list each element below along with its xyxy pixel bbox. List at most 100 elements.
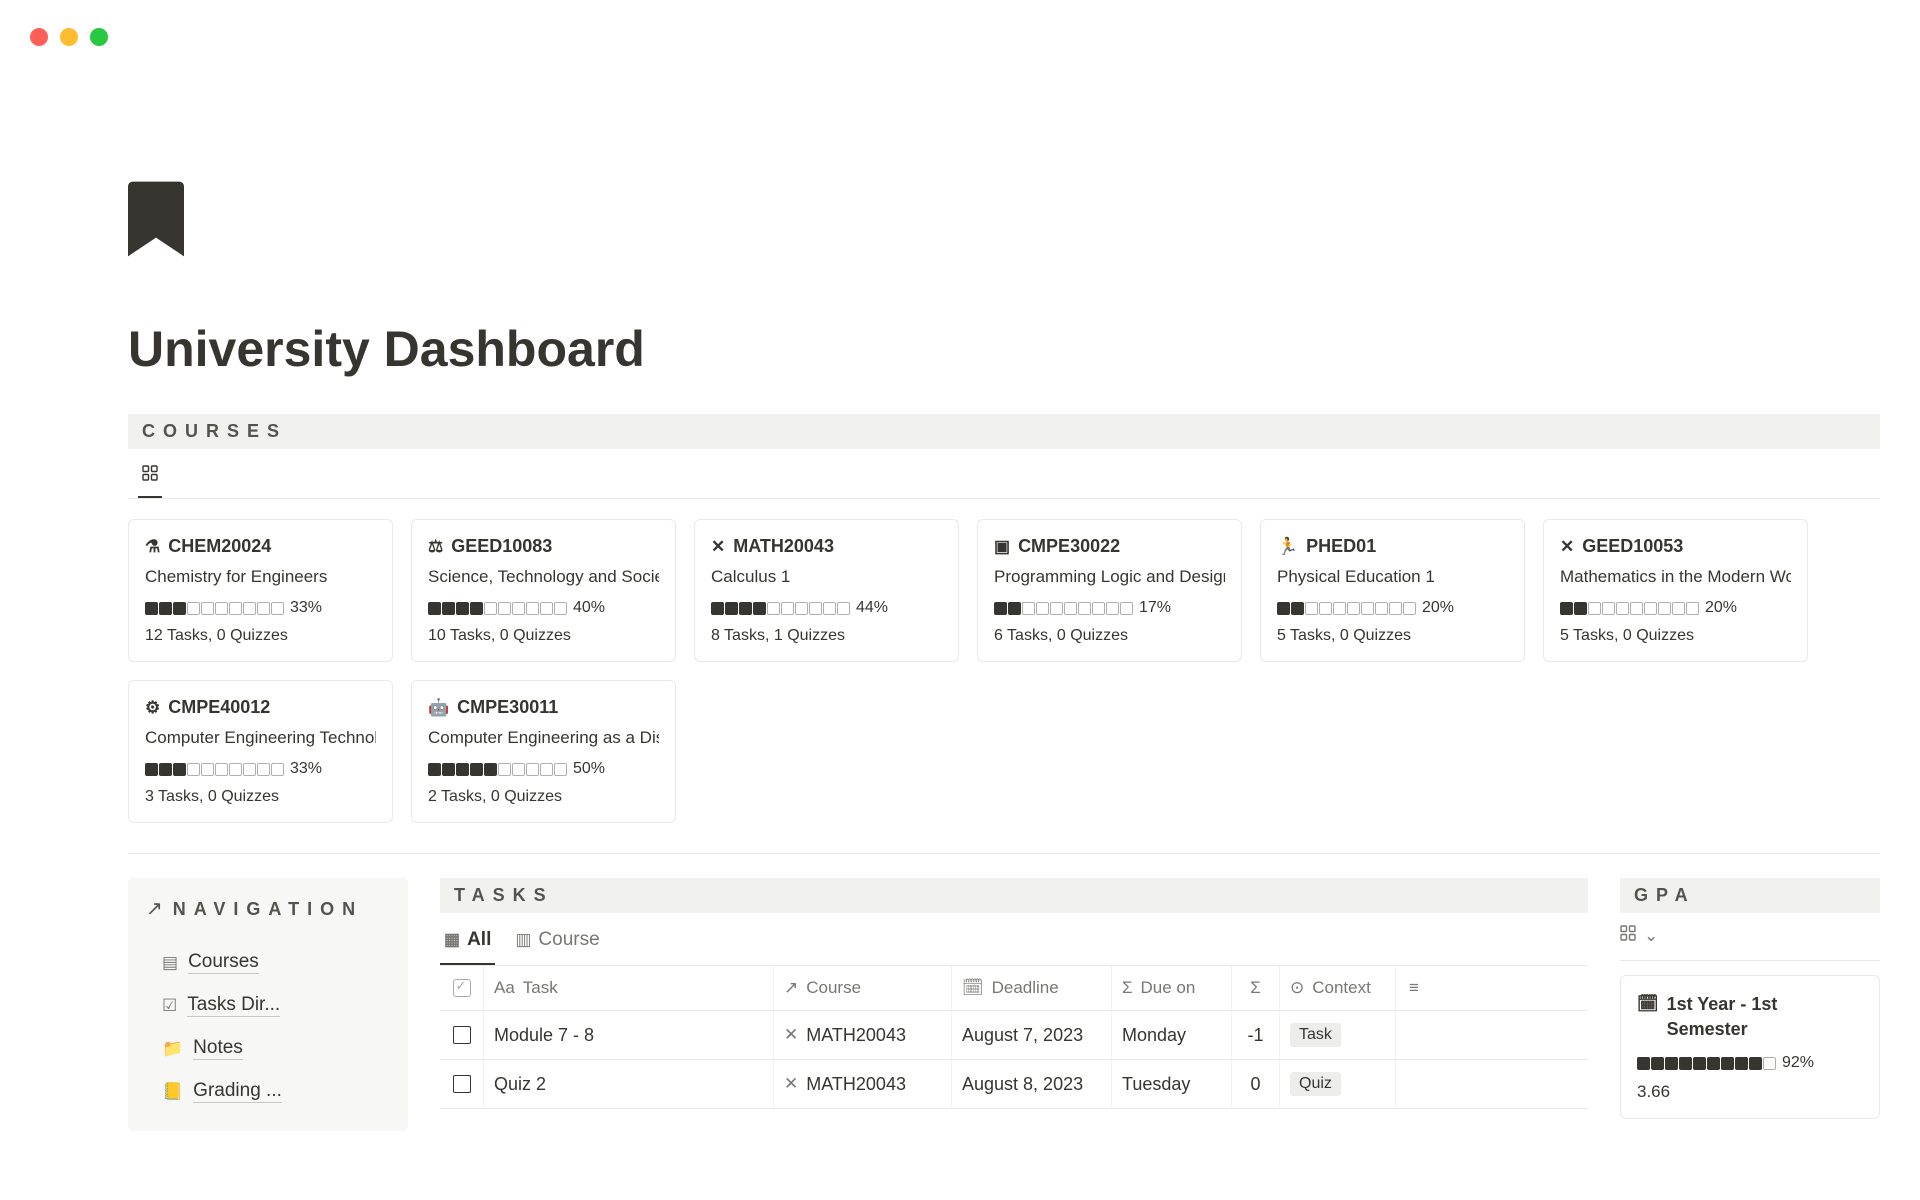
chevron-down-icon[interactable]: ⌄ <box>1644 926 1658 946</box>
course-meta: 2 Tasks, 0 Quizzes <box>428 788 659 806</box>
table-row[interactable]: Module 7 - 8 ✕ MATH20043 August 7, 2023 … <box>440 1011 1588 1060</box>
nav-item-label: Courses <box>188 951 259 974</box>
progress-bar <box>711 602 850 615</box>
formula-icon: Σ <box>1122 978 1133 998</box>
progress-pct: 33% <box>290 760 322 778</box>
gpa-card-title: 1st Year - 1st Semester <box>1667 992 1863 1042</box>
course-card[interactable]: 🤖 CMPE30011 Computer Engineering as a Di… <box>411 680 676 823</box>
course-icon: ⚙ <box>145 698 160 718</box>
col-sigma[interactable]: Σ <box>1232 966 1280 1010</box>
progress-bar <box>428 602 567 615</box>
nav-item[interactable]: 📒 Grading ... <box>146 1070 390 1113</box>
table-row[interactable]: Quiz 2 ✕ MATH20043 August 8, 2023 Tuesda… <box>440 1060 1588 1109</box>
col-context[interactable]: ⊙Context <box>1280 966 1396 1010</box>
course-name: Computer Engineering as a Discipline <box>428 728 659 748</box>
text-icon: Aa <box>494 978 515 998</box>
col-extra[interactable]: ≡ <box>1396 966 1432 1010</box>
course-card[interactable]: ⚗ CHEM20024 Chemistry for Engineers 33% … <box>128 519 393 662</box>
task-name[interactable]: Module 7 - 8 <box>484 1011 774 1059</box>
progress-pct: 20% <box>1705 599 1737 617</box>
gpa-view-tabs: ⌄ <box>1620 913 1880 961</box>
tasks-view-tabs: ▦ All ▥ Course <box>440 913 1588 966</box>
course-card[interactable]: ✕ MATH20043 Calculus 1 44% 8 Tasks, 1 Qu… <box>694 519 959 662</box>
page-title: University Dashboard <box>128 320 1880 378</box>
gallery-view-tab[interactable] <box>138 459 162 498</box>
course-icon: ✕ <box>1560 537 1574 557</box>
tasks-table-header: AaTask ↗Course 🗓Deadline ΣDue on Σ ⊙Cont… <box>440 966 1588 1011</box>
gallery-icon[interactable] <box>1620 925 1636 946</box>
course-icon: 🏃 <box>1277 537 1298 557</box>
task-deadline[interactable]: August 7, 2023 <box>952 1011 1112 1059</box>
maximize-window-button[interactable] <box>90 28 108 46</box>
col-task[interactable]: AaTask <box>484 966 774 1010</box>
nav-item-label: Tasks Dir... <box>187 994 280 1017</box>
nav-item-icon: ☑ <box>162 996 177 1016</box>
course-name: Physical Education 1 <box>1277 567 1508 587</box>
task-context[interactable]: Quiz <box>1280 1060 1396 1108</box>
task-course[interactable]: ✕ MATH20043 <box>774 1011 952 1059</box>
row-checkbox[interactable] <box>453 1026 471 1044</box>
courses-section-header: COURSES <box>128 414 1880 449</box>
progress-pct: 44% <box>856 599 888 617</box>
task-course[interactable]: ✕ MATH20043 <box>774 1060 952 1108</box>
nav-item-icon: 📒 <box>162 1082 183 1102</box>
math-icon: ✕ <box>784 1025 798 1045</box>
tasks-table: AaTask ↗Course 🗓Deadline ΣDue on Σ ⊙Cont… <box>440 966 1588 1109</box>
nav-item-label: Notes <box>193 1037 243 1060</box>
course-meta: 5 Tasks, 0 Quizzes <box>1277 627 1508 645</box>
arrow-out-icon: ↗ <box>146 896 163 921</box>
col-checkbox <box>440 966 484 1010</box>
divider <box>128 853 1880 854</box>
nav-item[interactable]: ☑ Tasks Dir... <box>146 984 390 1027</box>
task-sigma: -1 <box>1232 1011 1280 1059</box>
course-name: Chemistry for Engineers <box>145 567 376 587</box>
window-controls <box>30 28 108 46</box>
course-meta: 12 Tasks, 0 Quizzes <box>145 627 376 645</box>
navigation-title: NAVIGATION <box>173 896 363 923</box>
col-course[interactable]: ↗Course <box>774 966 952 1010</box>
tasks-section-header: TASKS <box>440 878 1588 913</box>
task-due[interactable]: Monday <box>1112 1011 1232 1059</box>
course-meta: 8 Tasks, 1 Quizzes <box>711 627 942 645</box>
course-code: GEED10083 <box>451 536 552 557</box>
course-gallery: ⚗ CHEM20024 Chemistry for Engineers 33% … <box>128 499 1880 843</box>
course-meta: 10 Tasks, 0 Quizzes <box>428 627 659 645</box>
calendar-icon: 🗓 <box>962 978 984 998</box>
progress-bar <box>1560 602 1699 615</box>
course-icon: ⚖ <box>428 537 443 557</box>
board-icon: ▥ <box>515 930 531 950</box>
course-card[interactable]: ⚙ CMPE40012 Computer Engineering Technol… <box>128 680 393 823</box>
nav-item-label: Grading ... <box>193 1080 282 1103</box>
col-due[interactable]: ΣDue on <box>1112 966 1232 1010</box>
task-due[interactable]: Tuesday <box>1112 1060 1232 1108</box>
progress-pct: 20% <box>1422 599 1454 617</box>
task-sigma: 0 <box>1232 1060 1280 1108</box>
gpa-pct: 92% <box>1782 1054 1814 1072</box>
bookmark-icon <box>128 180 1880 270</box>
course-code: GEED10053 <box>1582 536 1683 557</box>
course-card[interactable]: ⚖ GEED10083 Science, Technology and Soci… <box>411 519 676 662</box>
nav-item[interactable]: ▤Courses <box>146 941 390 984</box>
tab-course[interactable]: ▥ Course <box>511 923 603 965</box>
course-name: Mathematics in the Modern World <box>1560 567 1791 587</box>
course-card[interactable]: ✕ GEED10053 Mathematics in the Modern Wo… <box>1543 519 1808 662</box>
minimize-window-button[interactable] <box>60 28 78 46</box>
col-deadline[interactable]: 🗓Deadline <box>952 966 1112 1010</box>
close-window-button[interactable] <box>30 28 48 46</box>
tab-all[interactable]: ▦ All <box>440 923 495 965</box>
gpa-card[interactable]: 🗓 1st Year - 1st Semester 92% 3.66 <box>1620 975 1880 1119</box>
course-card[interactable]: 🏃 PHED01 Physical Education 1 20% 5 Task… <box>1260 519 1525 662</box>
navigation-block: ↗ NAVIGATION ▤Courses ☑ Tasks Dir... 📁Notes… <box>128 878 408 1131</box>
math-icon: ✕ <box>784 1074 798 1094</box>
course-name: Computer Engineering Technology <box>145 728 376 748</box>
course-code: CMPE30011 <box>457 697 558 718</box>
course-card[interactable]: ▣ CMPE30022 Programming Logic and Design… <box>977 519 1242 662</box>
table-icon: ▦ <box>444 930 460 950</box>
task-extra <box>1396 1060 1432 1108</box>
task-deadline[interactable]: August 8, 2023 <box>952 1060 1112 1108</box>
row-checkbox[interactable] <box>453 1075 471 1093</box>
nav-item[interactable]: 📁Notes <box>146 1027 390 1070</box>
task-context[interactable]: Task <box>1280 1011 1396 1059</box>
task-name[interactable]: Quiz 2 <box>484 1060 774 1108</box>
progress-pct: 40% <box>573 599 605 617</box>
